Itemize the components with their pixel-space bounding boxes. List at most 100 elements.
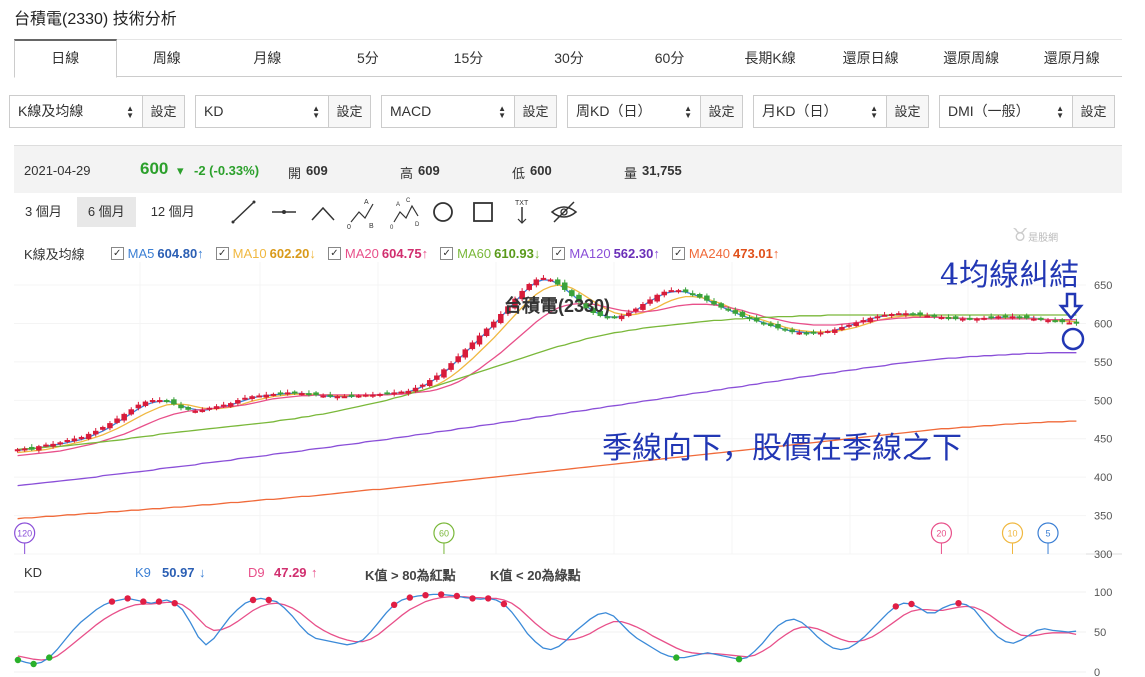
candle-body bbox=[618, 315, 625, 320]
candle-body bbox=[654, 294, 660, 302]
ma-name: MA240 bbox=[688, 246, 731, 261]
annotation-arrow-and-circle bbox=[1058, 292, 1085, 351]
checkbox[interactable]: ✓ bbox=[671, 247, 685, 260]
hide-drawings-icon[interactable] bbox=[550, 201, 578, 223]
candle-body bbox=[761, 322, 767, 325]
kd-red-dot bbox=[140, 598, 147, 605]
ma-name: MA20 bbox=[344, 246, 379, 261]
range-6m-button[interactable]: 6 個月 bbox=[76, 197, 136, 227]
indicator-select-4[interactable]: 月KD（日） ▲ ▼ bbox=[754, 96, 886, 127]
settings-button-0[interactable]: 設定 bbox=[142, 96, 184, 127]
candle-body bbox=[533, 279, 540, 286]
text-tool-icon[interactable]: TXT bbox=[515, 200, 529, 224]
y-tick-label: 300 bbox=[1094, 549, 1112, 559]
tab-0[interactable]: 日線 bbox=[14, 39, 117, 78]
y-tick-label: 350 bbox=[1094, 511, 1112, 523]
circle-tool-icon[interactable] bbox=[433, 202, 453, 222]
watermark-text: 是股網 bbox=[1028, 233, 1059, 244]
svg-text:B: B bbox=[369, 223, 374, 230]
ma-legend-item-ma60[interactable]: ✓ MA60 610.93 ↓ bbox=[440, 246, 540, 261]
candle-body bbox=[213, 406, 220, 410]
candle-body bbox=[490, 321, 497, 328]
tab-1[interactable]: 周線 bbox=[116, 39, 218, 76]
ma-legend-item-ma5[interactable]: ✓ MA5 604.80 ↑ bbox=[110, 246, 204, 261]
settings-button-4[interactable]: 設定 bbox=[886, 96, 928, 127]
candle-body bbox=[732, 310, 739, 314]
selector-group-2: MACD ▲ ▼ 設定 bbox=[381, 95, 557, 128]
checkbox[interactable]: ✓ bbox=[215, 247, 229, 260]
tab-9[interactable]: 還原周線 bbox=[920, 39, 1022, 76]
candle-body bbox=[50, 443, 56, 447]
indicator-select-2[interactable]: MACD ▲ ▼ bbox=[382, 96, 514, 127]
range-buttons: 3 個月 6 個月 12 個月 bbox=[14, 197, 206, 227]
indicator-select-0[interactable]: K線及均線 ▲ ▼ bbox=[10, 96, 142, 127]
high-value: 609 bbox=[418, 163, 440, 178]
ma-legend-item-ma20[interactable]: ✓ MA20 604.75 ↑ bbox=[327, 246, 428, 261]
candle-body bbox=[526, 284, 532, 290]
indicator-select-3[interactable]: 周KD（日） ▲ ▼ bbox=[568, 96, 700, 127]
tab-4[interactable]: 15分 bbox=[418, 39, 519, 76]
select-value: MACD bbox=[390, 103, 432, 119]
abcd-pattern-tool-icon[interactable]: AC D 0 bbox=[390, 198, 420, 231]
selector-group-5: DMI（一般） ▲ ▼ 設定 bbox=[939, 95, 1115, 128]
candle-body bbox=[640, 304, 646, 310]
ma-value: 604.75 bbox=[381, 246, 422, 261]
selector-group-1: KD ▲ ▼ 設定 bbox=[195, 95, 371, 128]
candle-body bbox=[36, 446, 42, 451]
candle-body bbox=[668, 290, 675, 293]
indicator-select-1[interactable]: KD ▲ ▼ bbox=[196, 96, 328, 127]
kd-red-dot bbox=[485, 595, 492, 602]
open-label: 開 bbox=[288, 166, 302, 181]
tab-8[interactable]: 還原日線 bbox=[820, 39, 921, 76]
ma-marker-label: 60 bbox=[439, 529, 449, 539]
candle-body bbox=[249, 396, 255, 400]
candle-body bbox=[682, 289, 689, 293]
period-tabs: 日線 周線 月線 5分 15分 30分 60分 長期K線 還原日線 還原周線 還原月線 bbox=[14, 39, 1123, 78]
checkbox[interactable]: ✓ bbox=[327, 247, 341, 260]
ma-legend-item-ma120[interactable]: ✓ MA120 562.30 ↑ bbox=[552, 246, 660, 261]
settings-button-5[interactable]: 設定 bbox=[1072, 96, 1114, 127]
y-tick-label: 400 bbox=[1094, 472, 1112, 484]
ma-legend-item-ma240[interactable]: ✓ MA240 473.01 ↑ bbox=[671, 246, 779, 261]
updown-chevron-icon: ▲ ▼ bbox=[870, 104, 878, 120]
open-value: 609 bbox=[306, 163, 328, 178]
settings-button-1[interactable]: 設定 bbox=[328, 96, 370, 127]
settings-button-3[interactable]: 設定 bbox=[700, 96, 742, 127]
horizontal-line-tool-icon[interactable] bbox=[272, 210, 296, 214]
tab-3[interactable]: 5分 bbox=[317, 39, 419, 76]
candle-body bbox=[43, 444, 49, 447]
candle-body bbox=[782, 328, 788, 331]
candle-body bbox=[647, 299, 653, 304]
range-3m-button[interactable]: 3 個月 bbox=[14, 197, 73, 227]
tab-7[interactable]: 長期K線 bbox=[719, 39, 821, 76]
candle-body bbox=[839, 327, 845, 330]
tab-2[interactable]: 月線 bbox=[217, 39, 318, 76]
kd-green-dot-note: K值 < 20為綠點 bbox=[490, 568, 581, 583]
candle-body bbox=[455, 356, 461, 363]
candle-body bbox=[1023, 315, 1030, 319]
angle-tool-icon[interactable] bbox=[311, 206, 335, 221]
range-12m-button[interactable]: 12 個月 bbox=[140, 197, 206, 227]
candle-body bbox=[554, 279, 561, 285]
tab-6[interactable]: 60分 bbox=[619, 39, 720, 76]
settings-button-2[interactable]: 設定 bbox=[514, 96, 556, 127]
kd-red-dot bbox=[500, 600, 508, 608]
rectangle-tool-icon[interactable] bbox=[473, 202, 493, 222]
candle-body bbox=[697, 294, 703, 298]
line-tool-icon[interactable] bbox=[231, 200, 256, 224]
candle-body bbox=[1038, 317, 1044, 320]
checkbox[interactable]: ✓ bbox=[110, 247, 124, 260]
abc-pattern-tool-icon[interactable]: A B 0 bbox=[347, 199, 374, 231]
tab-10[interactable]: 還原月線 bbox=[1021, 39, 1123, 76]
quote-price: 600 bbox=[140, 159, 169, 178]
indicator-select-5[interactable]: DMI（一般） ▲ ▼ bbox=[940, 96, 1072, 127]
checkbox[interactable]: ✓ bbox=[552, 247, 566, 260]
ma-legend-item-ma10[interactable]: ✓ MA10 602.20 ↓ bbox=[215, 246, 316, 261]
checkbox[interactable]: ✓ bbox=[440, 247, 454, 260]
candle-body bbox=[426, 380, 433, 386]
kd-red-dot bbox=[469, 595, 476, 602]
tab-5[interactable]: 30分 bbox=[518, 39, 620, 76]
candle-body bbox=[355, 395, 362, 398]
updown-chevron-icon: ▲ ▼ bbox=[126, 104, 134, 120]
y-tick-label: 550 bbox=[1094, 357, 1112, 369]
